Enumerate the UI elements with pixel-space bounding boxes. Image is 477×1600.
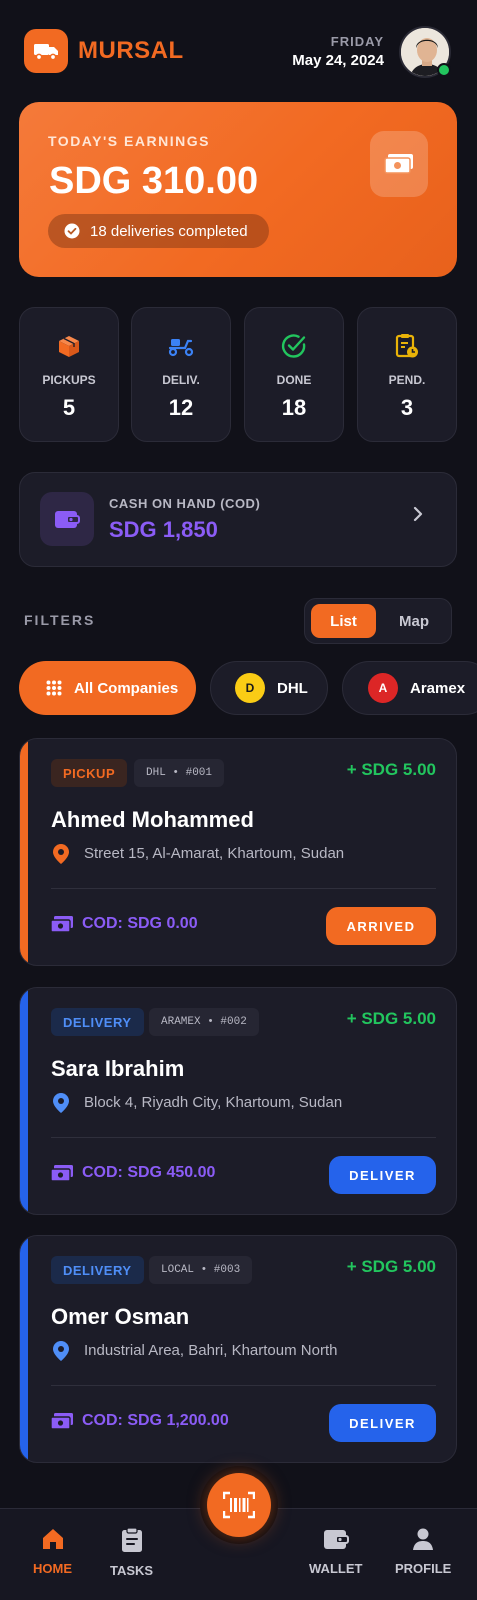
wallet-icon (55, 511, 80, 528)
task-accent-bar (20, 739, 28, 965)
chip-label: Aramex (410, 679, 466, 697)
task-fee: + SDG 5.00 (346, 1009, 436, 1028)
earnings-amount: SDG 310.00 (49, 160, 259, 202)
deliveries-completed-badge: 18 deliveries completed (48, 214, 269, 248)
cash-icon (384, 154, 413, 174)
location-pin-icon (53, 1341, 69, 1361)
filter-chip-aramex[interactable]: A Aramex (342, 661, 477, 715)
cod-amount: SDG 1,850 (109, 517, 218, 542)
task-reference: ARAMEX • #002 (149, 1008, 259, 1036)
task-card[interactable]: DELIVERY LOCAL • #003 + SDG 5.00 Omer Os… (19, 1235, 457, 1463)
task-address: Industrial Area, Bahri, Khartoum North (84, 1342, 338, 1359)
stat-label: PEND. (388, 373, 426, 387)
filter-chip-dhl[interactable]: D DHL (210, 661, 328, 715)
task-address: Block 4, Riyadh City, Khartoum, Sudan (84, 1094, 343, 1111)
cod-label: CASH ON HAND (COD) (109, 496, 261, 511)
task-cod: COD: SDG 1,200.00 (82, 1412, 229, 1429)
home-icon (42, 1529, 63, 1549)
task-card[interactable]: DELIVERY ARAMEX • #002 + SDG 5.00 Sara I… (19, 987, 457, 1215)
nav-profile[interactable]: PROFILE (395, 1527, 451, 1576)
dhl-badge: D (235, 673, 265, 703)
check-circle-icon (64, 223, 80, 239)
nav-label: WALLET (309, 1561, 363, 1576)
cash-icon (51, 916, 73, 933)
task-accent-bar (20, 988, 28, 1214)
stat-value: 18 (281, 395, 307, 420)
check-circle-icon (281, 334, 306, 358)
box-icon (59, 336, 79, 357)
task-reference: LOCAL • #003 (149, 1256, 253, 1284)
profile-icon (413, 1528, 434, 1550)
aramex-badge: A (368, 673, 398, 703)
stat-pickups[interactable]: PICKUPS 5 (19, 307, 119, 442)
stat-deliveries[interactable]: DELIV. 12 (131, 307, 231, 442)
stat-label: DONE (276, 373, 312, 387)
nav-label: PROFILE (395, 1561, 452, 1576)
task-reference: DHL • #001 (134, 759, 225, 787)
nav-label: HOME (33, 1561, 72, 1576)
earnings-icon-box (370, 131, 428, 197)
customer-name: Ahmed Mohammed (51, 807, 254, 832)
customer-name: Omer Osman (51, 1304, 190, 1329)
deliver-button[interactable]: DELIVER (329, 1156, 436, 1194)
scan-button-ring (200, 1466, 278, 1544)
chip-label: DHL (277, 679, 308, 697)
task-type-tag: PICKUP (51, 759, 128, 787)
task-address: Street 15, Al-Amarat, Khartoum, Sudan (84, 845, 345, 862)
chevron-right-icon[interactable] (412, 506, 424, 522)
scooter-icon (168, 339, 194, 357)
cod-icon-box (40, 492, 94, 546)
location-pin-icon (53, 1093, 69, 1113)
stat-value: 3 (400, 395, 414, 420)
grid-icon (46, 680, 62, 696)
cash-icon (51, 1413, 73, 1430)
divider (51, 1137, 436, 1138)
filters-label: FILTERS (24, 612, 96, 628)
wallet-icon (323, 1530, 349, 1549)
nav-label: TASKS (110, 1563, 154, 1578)
current-day: FRIDAY (330, 34, 384, 49)
app-logo (24, 29, 68, 73)
earnings-label: TODAY'S EARNINGS (48, 133, 210, 149)
clipboard-clock-icon (395, 334, 418, 358)
current-date: May 24, 2024 (292, 52, 384, 69)
task-card[interactable]: PICKUP DHL • #001 + SDG 5.00 Ahmed Moham… (19, 738, 457, 966)
task-type-tag: DELIVERY (51, 1008, 144, 1036)
nav-home[interactable]: HOME (33, 1527, 72, 1576)
stat-value: 12 (168, 395, 194, 420)
stat-label: DELIV. (162, 373, 200, 387)
task-cod: COD: SDG 0.00 (82, 915, 198, 932)
stat-value: 5 (62, 395, 76, 420)
app-name: MURSAL (78, 37, 184, 64)
barcode-scan-icon (223, 1491, 255, 1519)
task-fee: + SDG 5.00 (346, 1257, 436, 1276)
task-accent-bar (20, 1236, 28, 1462)
nav-tasks[interactable]: TASKS (110, 1527, 153, 1578)
task-fee: + SDG 5.00 (346, 760, 436, 779)
scan-button[interactable] (207, 1473, 271, 1537)
divider (51, 1385, 436, 1386)
task-cod: COD: SDG 450.00 (82, 1164, 216, 1181)
divider (51, 888, 436, 889)
customer-name: Sara Ibrahim (51, 1056, 185, 1081)
chip-label: All Companies (74, 679, 179, 697)
stat-pending[interactable]: PEND. 3 (357, 307, 457, 442)
task-type-tag: DELIVERY (51, 1256, 144, 1284)
nav-wallet[interactable]: WALLET (309, 1527, 362, 1576)
clipboard-icon (121, 1527, 142, 1552)
deliver-button[interactable]: DELIVER (329, 1404, 436, 1442)
cash-icon (51, 1165, 73, 1182)
location-pin-icon (53, 844, 69, 864)
stat-done[interactable]: DONE 18 (244, 307, 344, 442)
filter-chip-all-companies[interactable]: All Companies (19, 661, 196, 715)
online-status-indicator (437, 63, 451, 77)
truck-icon (34, 44, 58, 61)
stat-label: PICKUPS (42, 373, 96, 387)
deliveries-completed-text: 18 deliveries completed (90, 222, 248, 240)
toggle-map-button[interactable]: Map (381, 604, 447, 638)
arrived-button[interactable]: ARRIVED (326, 907, 436, 945)
toggle-list-button[interactable]: List (311, 604, 376, 638)
